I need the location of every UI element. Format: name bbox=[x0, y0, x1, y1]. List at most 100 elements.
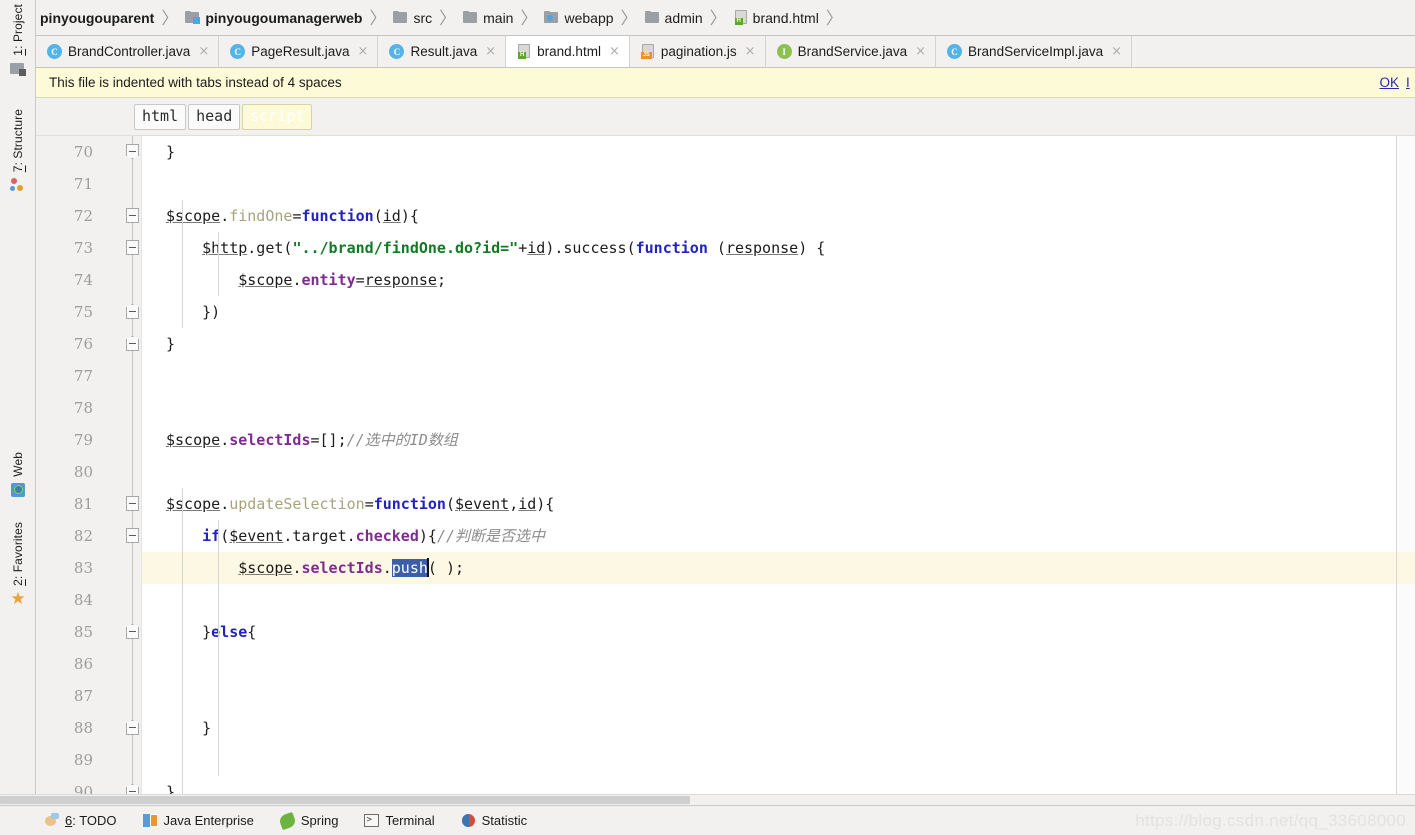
code-line-86[interactable] bbox=[142, 648, 1396, 680]
editor-tab-BrandController-java[interactable]: C BrandController.java × bbox=[36, 36, 220, 67]
status-bar-item-terminal[interactable]: Terminal bbox=[364, 813, 435, 828]
html-breadcrumb-head[interactable]: head bbox=[188, 103, 241, 130]
code-line-71[interactable] bbox=[142, 168, 1396, 200]
tool-window-button-structure[interactable]: 7: Structure bbox=[0, 109, 36, 193]
code-line-83[interactable]: $scope.selectIds.push( ); bbox=[142, 552, 1396, 584]
code-line-80[interactable] bbox=[142, 456, 1396, 488]
status-bar: 6: TODO Java Enterprise Spring Terminal Stat… bbox=[0, 805, 1415, 835]
gutter-line-number: 76 bbox=[73, 335, 93, 353]
breadcrumb-item-src[interactable]: src bbox=[391, 5, 433, 31]
gutter-line-number: 79 bbox=[73, 431, 93, 449]
close-icon[interactable]: × bbox=[1111, 45, 1122, 59]
keyword: function bbox=[635, 239, 708, 257]
breadcrumb-item-admin[interactable]: admin bbox=[643, 5, 704, 31]
gutter-line-number: 80 bbox=[73, 463, 93, 481]
code-fold-marker[interactable] bbox=[126, 520, 139, 552]
code-fold-marker[interactable] bbox=[126, 776, 139, 794]
breadcrumb-separator-icon: 〉 bbox=[620, 9, 638, 29]
breadcrumb-item-pinyougoumanagerweb[interactable]: pinyougoumanagerweb bbox=[183, 5, 363, 31]
tool-window-button-web[interactable]: Web bbox=[0, 452, 36, 498]
code-fold-marker[interactable] bbox=[126, 328, 139, 360]
close-icon[interactable]: × bbox=[198, 45, 209, 59]
code-line-81[interactable]: $scope.updateSelection=function($event,i… bbox=[142, 488, 1396, 520]
selected-text[interactable]: push bbox=[391, 559, 428, 577]
code-line-87[interactable] bbox=[142, 680, 1396, 712]
editor-tab-Result-java[interactable]: C Result.java × bbox=[378, 36, 507, 67]
editor-horizontal-scrollbar[interactable] bbox=[0, 794, 1415, 805]
code-line-89[interactable] bbox=[142, 744, 1396, 776]
code-fold-marker[interactable] bbox=[126, 232, 139, 264]
code-line-90[interactable]: } bbox=[142, 776, 1396, 794]
code-fold-marker[interactable] bbox=[126, 200, 139, 232]
code-line-70[interactable]: } bbox=[142, 136, 1396, 168]
java-class-icon: C bbox=[47, 44, 62, 59]
tool-window-label: 2: Favorites bbox=[11, 522, 25, 586]
code-fold-marker[interactable] bbox=[126, 616, 139, 648]
code-fold-marker[interactable] bbox=[126, 296, 139, 328]
status-bar-item-javaenterprise[interactable]: Java Enterprise bbox=[142, 813, 254, 828]
editor-tab-brand-html[interactable]: brand.html × bbox=[506, 36, 630, 67]
fold-toggle-icon[interactable] bbox=[126, 496, 139, 511]
structure-node bbox=[10, 186, 15, 192]
code-line-82[interactable]: if($event.target.checked){//判断是否选中 bbox=[142, 520, 1396, 552]
editor-gutter[interactable]: 70 71 72 73 74 75 76 77 78 79 80 81 82 83 84 85 86 87 88 89… bbox=[36, 136, 142, 794]
fold-toggle-icon[interactable] bbox=[126, 208, 139, 223]
editor-tab-BrandServiceImpl-java[interactable]: C BrandServiceImpl.java × bbox=[936, 36, 1133, 67]
gutter-line-number: 83 bbox=[73, 559, 93, 577]
html-breadcrumb-script[interactable]: script bbox=[242, 103, 313, 130]
code-line-73[interactable]: $http.get("../brand/findOne.do?id="+id).… bbox=[142, 232, 1396, 264]
fold-toggle-icon[interactable] bbox=[126, 144, 139, 159]
status-bar-item-spring[interactable]: Spring bbox=[277, 811, 338, 830]
gutter-line-number: 81 bbox=[73, 495, 93, 513]
close-icon[interactable]: × bbox=[915, 45, 926, 59]
module-folder-icon bbox=[185, 11, 201, 24]
code-fold-marker[interactable] bbox=[126, 488, 139, 520]
scrollbar-thumb[interactable] bbox=[0, 796, 690, 804]
breadcrumb-item-webapp[interactable]: webapp bbox=[542, 5, 614, 31]
code-line-78[interactable] bbox=[142, 392, 1396, 424]
statistic-icon bbox=[461, 813, 476, 828]
fold-toggle-icon[interactable] bbox=[126, 720, 139, 735]
fold-toggle-icon[interactable] bbox=[126, 528, 139, 543]
code-line-79[interactable]: $scope.selectIds=[];//选中的ID数组 bbox=[142, 424, 1396, 456]
tool-window-button-favorites[interactable]: ★ 2: Favorites bbox=[0, 522, 36, 607]
code-line-77[interactable] bbox=[142, 360, 1396, 392]
fold-toggle-icon[interactable] bbox=[126, 336, 139, 351]
editor-tab-pagination-js[interactable]: pagination.js × bbox=[629, 36, 766, 67]
fold-toggle-icon[interactable] bbox=[126, 240, 139, 255]
gutter-line-number: 70 bbox=[73, 143, 93, 161]
breadcrumb-separator-icon: 〉 bbox=[439, 9, 457, 29]
fold-toggle-icon[interactable] bbox=[126, 624, 139, 639]
notification-second-link[interactable]: I bbox=[1406, 75, 1415, 90]
editor-marker-bar[interactable] bbox=[1396, 136, 1415, 794]
close-icon[interactable]: × bbox=[358, 45, 369, 59]
editor-tab-PageResult-java[interactable]: C PageResult.java × bbox=[219, 36, 379, 67]
code-line-76[interactable]: } bbox=[142, 328, 1396, 360]
fold-toggle-icon[interactable] bbox=[126, 304, 139, 319]
code-line-74[interactable]: $scope.entity=response; bbox=[142, 264, 1396, 296]
breadcrumb-item-pinyougouparent[interactable]: pinyougouparent bbox=[18, 5, 155, 31]
tool-window-button-project[interactable]: 1: Project bbox=[0, 4, 36, 77]
breadcrumb-separator-icon: 〉 bbox=[709, 9, 727, 29]
fold-toggle-icon[interactable] bbox=[126, 784, 139, 794]
tool-window-label: Web bbox=[11, 452, 25, 477]
status-bar-item-todo[interactable]: 6: TODO bbox=[44, 813, 117, 828]
close-icon[interactable]: × bbox=[609, 45, 620, 59]
breadcrumb-item-main[interactable]: main bbox=[461, 5, 514, 31]
code-line-85[interactable]: }else{ bbox=[142, 616, 1396, 648]
code-line-72[interactable]: $scope.findOne=function(id){ bbox=[142, 200, 1396, 232]
breadcrumb-label: brand.html bbox=[752, 9, 819, 26]
breadcrumb-item-brand-html[interactable]: brand.html bbox=[732, 5, 820, 31]
code-line-84[interactable] bbox=[142, 584, 1396, 616]
close-icon[interactable]: × bbox=[745, 45, 756, 59]
close-icon[interactable]: × bbox=[485, 45, 496, 59]
notification-ok-link[interactable]: OK bbox=[1379, 75, 1399, 90]
code-fold-marker[interactable] bbox=[126, 136, 139, 168]
code-editor[interactable]: } $scope.findOne=function(id){ $http.get… bbox=[142, 136, 1396, 794]
status-bar-item-statistic[interactable]: Statistic bbox=[461, 813, 527, 828]
code-fold-marker[interactable] bbox=[126, 712, 139, 744]
code-line-88[interactable]: } bbox=[142, 712, 1396, 744]
editor-tab-BrandService-java[interactable]: I BrandService.java × bbox=[765, 36, 937, 67]
html-breadcrumb-html[interactable]: html bbox=[134, 103, 187, 130]
code-line-75[interactable]: }) bbox=[142, 296, 1396, 328]
